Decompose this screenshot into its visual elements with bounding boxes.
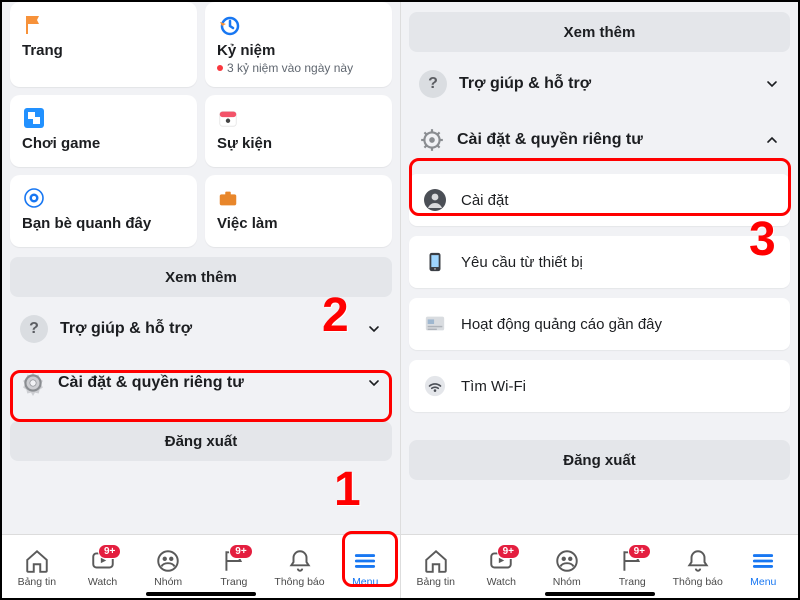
tab-label: Bảng tin [416,576,455,588]
settings-privacy-row[interactable]: Cài đặt & quyền riêng tư [10,359,392,407]
home-icon [24,548,50,574]
phone-left: Trang Kỷ niệm 3 kỷ niệm vào ngày này Chơ… [2,2,400,598]
events-icon [217,105,380,131]
tab-label: Menu [352,576,378,588]
recent-ads-item[interactable]: Hoạt động quảng cáo gần đây [409,298,790,350]
nearby-friends-icon [22,185,185,211]
tabbar: Bảng tin 9+ Watch Nhóm 9+ Trang Thông bá… [2,534,400,598]
menu-icon [750,548,776,574]
device-icon [423,250,447,274]
device-requests-item[interactable]: Yêu cầu từ thiết bị [409,236,790,288]
badge: 9+ [229,544,252,559]
help-icon: ? [20,315,48,343]
tab-feed[interactable]: Bảng tin [403,548,469,588]
tab-label: Thông báo [673,576,723,588]
flag-icon [22,12,185,38]
badge: 9+ [98,544,121,559]
chevron-up-icon [764,132,780,148]
tab-label: Thông báo [274,576,324,588]
logout-button[interactable]: Đăng xuất [409,440,790,480]
memories-icon [217,12,380,38]
chevron-down-icon [366,375,382,391]
home-indicator [146,592,256,596]
tutorial-frame: Trang Kỷ niệm 3 kỷ niệm vào ngày này Chơ… [0,0,800,600]
tab-label: Watch [88,576,117,588]
item-label: Cài đặt [461,192,509,209]
tab-notifications[interactable]: Thông báo [267,548,333,588]
bell-icon [287,548,313,574]
settings-privacy-label: Cài đặt & quyền riêng tư [58,374,354,392]
help-icon: ? [419,70,447,98]
tile-choigame[interactable]: Chơi game [10,95,197,167]
help-label: Trợ giúp & hỗ trợ [60,320,354,338]
tile-label: Việc làm [217,215,380,232]
menu-icon [352,548,378,574]
gear-icon [419,127,445,153]
item-label: Yêu cầu từ thiết bị [461,254,583,271]
tab-pages[interactable]: 9+ Trang [201,548,267,588]
item-label: Tìm Wi-Fi [461,378,526,395]
chevron-down-icon [366,321,382,337]
tab-feed[interactable]: Bảng tin [4,548,70,588]
groups-icon [155,548,181,574]
gear-icon [20,370,46,396]
ads-icon [423,312,447,336]
home-indicator [545,592,655,596]
phone-right: Xem thêm ? Trợ giúp & hỗ trợ Cài đặt & q… [400,2,798,598]
tab-menu[interactable]: Menu [731,548,797,588]
tab-groups[interactable]: Nhóm [534,548,600,588]
dot-icon [217,65,223,71]
tab-pages[interactable]: 9+ Trang [600,548,666,588]
bell-icon [685,548,711,574]
tabbar: Bảng tin 9+ Watch Nhóm 9+ Trang Thông bá… [401,534,798,598]
jobs-icon [217,185,380,211]
chevron-down-icon [764,76,780,92]
tab-label: Menu [750,576,776,588]
find-wifi-item[interactable]: Tìm Wi-Fi [409,360,790,412]
tile-label: Bạn bè quanh đây [22,215,185,232]
tab-label: Trang [220,576,247,588]
gaming-icon [22,105,185,131]
help-support-row[interactable]: ? Trợ giúp & hỗ trợ [409,60,790,108]
settings-item[interactable]: Cài đặt [409,174,790,226]
wifi-icon [423,374,447,398]
home-icon [423,548,449,574]
tab-notifications[interactable]: Thông báo [665,548,731,588]
tile-label: Kỷ niệm [217,42,380,59]
tab-label: Watch [487,576,516,588]
tab-label: Nhóm [553,576,581,588]
help-label: Trợ giúp & hỗ trợ [459,75,752,93]
tile-subtitle: 3 kỷ niệm vào ngày này [217,61,380,75]
tile-label: Trang [22,42,185,59]
tab-groups[interactable]: Nhóm [135,548,201,588]
tab-menu[interactable]: Menu [332,548,398,588]
help-support-row[interactable]: ? Trợ giúp & hỗ trợ [10,305,392,353]
tile-label: Chơi game [22,135,185,152]
tab-watch[interactable]: 9+ Watch [469,548,535,588]
see-more-button[interactable]: Xem thêm [409,12,790,52]
tab-watch[interactable]: 9+ Watch [70,548,136,588]
tile-sukien[interactable]: Sự kiện [205,95,392,167]
tab-label: Nhóm [154,576,182,588]
item-label: Hoạt động quảng cáo gần đây [461,316,662,333]
person-icon [423,188,447,212]
see-more-button[interactable]: Xem thêm [10,257,392,297]
tile-kyniem[interactable]: Kỷ niệm 3 kỷ niệm vào ngày này [205,2,392,87]
tile-banbe[interactable]: Bạn bè quanh đây [10,175,197,247]
settings-privacy-row[interactable]: Cài đặt & quyền riêng tư [409,116,790,164]
tab-label: Bảng tin [18,576,57,588]
logout-button[interactable]: Đăng xuất [10,421,392,461]
tile-label: Sự kiện [217,135,380,152]
tab-label: Trang [619,576,646,588]
badge: 9+ [628,544,651,559]
tile-vieclam[interactable]: Việc làm [205,175,392,247]
groups-icon [554,548,580,574]
tile-trang[interactable]: Trang [10,2,197,87]
shortcut-grid: Trang Kỷ niệm 3 kỷ niệm vào ngày này Chơ… [10,2,392,247]
settings-privacy-label: Cài đặt & quyền riêng tư [457,131,752,149]
badge: 9+ [497,544,520,559]
